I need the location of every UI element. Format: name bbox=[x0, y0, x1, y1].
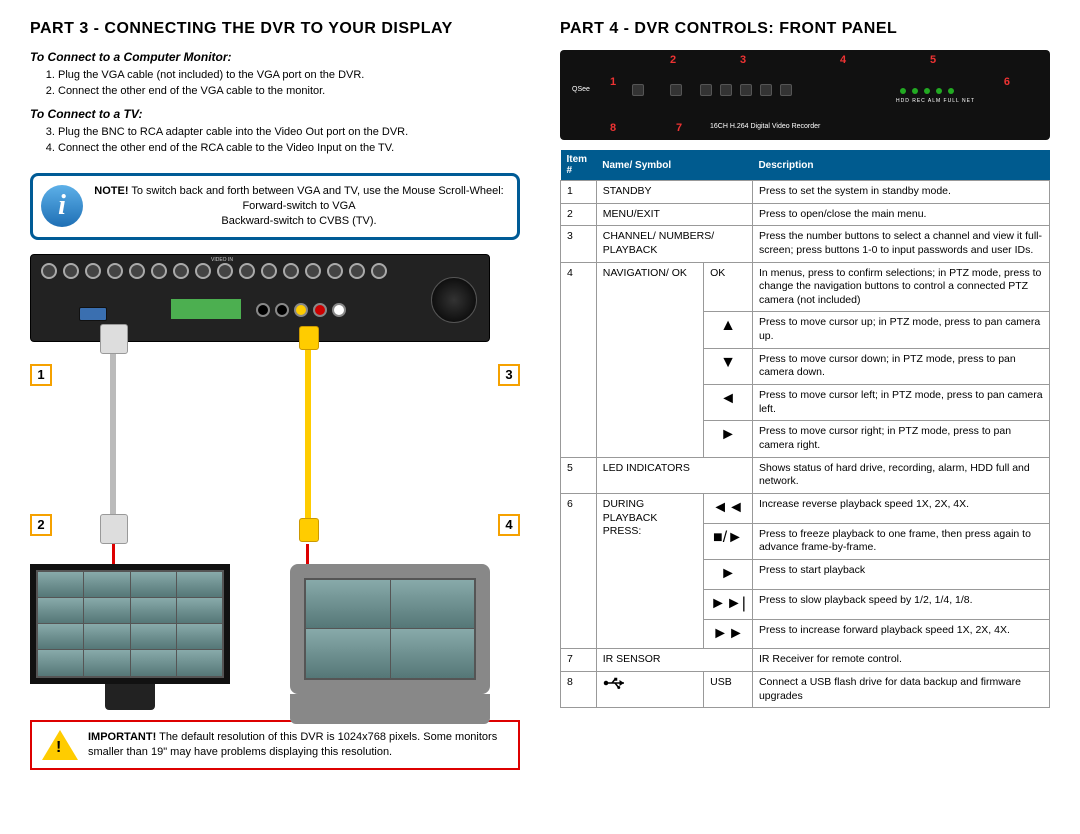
table-row: 5LED INDICATORSShows status of hard driv… bbox=[561, 457, 1050, 493]
steps-tv: Plug the BNC to RCA adapter cable into t… bbox=[30, 125, 520, 156]
right-column: PART 4 - DVR CONTROLS: FRONT PANEL QSee … bbox=[560, 20, 1050, 814]
lcd-screen bbox=[30, 564, 230, 684]
note-body2: Backward-switch to CVBS (TV). bbox=[221, 215, 376, 227]
table-row: 3CHANNEL/ NUMBERS/ PLAYBACKPress the num… bbox=[561, 226, 1050, 262]
rewind-icon: ◄◄ bbox=[704, 493, 753, 523]
subhead-monitor: To Connect to a Computer Monitor: bbox=[30, 50, 520, 64]
red-cable-2 bbox=[306, 544, 309, 566]
note-label: NOTE! bbox=[94, 185, 128, 197]
fan-icon bbox=[431, 277, 477, 323]
note-box: i NOTE! To switch back and forth between… bbox=[30, 173, 520, 240]
model-label: 16CH H.264 Digital Video Recorder bbox=[710, 123, 820, 130]
dvr-back-panel: VIDEO IN bbox=[30, 254, 490, 342]
badge-4: 4 bbox=[498, 514, 520, 536]
vga-cable bbox=[110, 344, 116, 524]
th-name: Name/ Symbol bbox=[596, 150, 752, 181]
table-row: 8USBConnect a USB flash drive for data b… bbox=[561, 672, 1050, 708]
part4-title: PART 4 - DVR CONTROLS: FRONT PANEL bbox=[560, 20, 1050, 38]
lcd-monitor bbox=[30, 564, 230, 710]
badge-3: 3 bbox=[498, 364, 520, 386]
table-row: 2MENU/EXITPress to open/close the main m… bbox=[561, 203, 1050, 226]
left-arrow-icon: ◄ bbox=[704, 385, 753, 421]
down-arrow-icon: ▼ bbox=[704, 348, 753, 384]
table-row: 7IR SENSORIR Receiver for remote control… bbox=[561, 649, 1050, 672]
table-row: 6DURING PLAYBACK PRESS:◄◄Increase revers… bbox=[561, 493, 1050, 523]
important-box: IMPORTANT! The default resolution of thi… bbox=[30, 720, 520, 770]
crt-tv bbox=[290, 564, 490, 724]
table-header-row: Item # Name/ Symbol Description bbox=[561, 150, 1050, 181]
slow-fwd-icon: ►►| bbox=[704, 589, 753, 619]
left-column: PART 3 - CONNECTING THE DVR TO YOUR DISP… bbox=[30, 20, 520, 814]
part3-title: PART 3 - CONNECTING THE DVR TO YOUR DISP… bbox=[30, 20, 520, 38]
front-panel-photo: QSee 16CH H.264 Digital Video Recorder 2… bbox=[560, 50, 1050, 140]
fast-fwd-icon: ►► bbox=[704, 619, 753, 649]
terminal-block bbox=[171, 299, 241, 319]
controls-table: Item # Name/ Symbol Description 1STANDBY… bbox=[560, 150, 1050, 708]
important-text: IMPORTANT! The default resolution of thi… bbox=[88, 730, 508, 759]
rca-cable bbox=[305, 344, 311, 524]
connection-diagram: VIDEO IN 1 3 2 4 bbox=[30, 254, 520, 714]
info-icon: i bbox=[41, 185, 83, 227]
th-item: Item # bbox=[561, 150, 597, 181]
usb-icon bbox=[596, 672, 703, 708]
steps-monitor: Plug the VGA cable (not included) to the… bbox=[30, 68, 520, 99]
step-4: Connect the other end of the RCA cable t… bbox=[58, 141, 520, 155]
red-cable-1 bbox=[112, 544, 115, 566]
table-row: 1STANDBYPress to set the system in stand… bbox=[561, 181, 1050, 204]
vga-port bbox=[79, 307, 107, 321]
table-row: 4NAVIGATION/ OKOKIn menus, press to conf… bbox=[561, 262, 1050, 312]
crt-screen bbox=[290, 564, 490, 694]
play-icon: ► bbox=[704, 559, 753, 589]
brand-label: QSee bbox=[572, 86, 590, 93]
bnc-row bbox=[41, 263, 387, 279]
step-3: Plug the BNC to RCA adapter cable into t… bbox=[58, 125, 520, 139]
badge-1: 1 bbox=[30, 364, 52, 386]
step-2: Connect the other end of the VGA cable t… bbox=[58, 84, 520, 98]
badge-2: 2 bbox=[30, 514, 52, 536]
important-label: IMPORTANT! bbox=[88, 731, 156, 743]
note-body: To switch back and forth between VGA and… bbox=[131, 185, 503, 212]
note-text: NOTE! To switch back and forth between V… bbox=[93, 184, 505, 229]
right-arrow-icon: ► bbox=[704, 421, 753, 457]
pause-step-icon: ■/► bbox=[704, 523, 753, 559]
rca-group bbox=[256, 303, 346, 317]
step-1: Plug the VGA cable (not included) to the… bbox=[58, 68, 520, 82]
up-arrow-icon: ▲ bbox=[704, 312, 753, 348]
subhead-tv: To Connect to a TV: bbox=[30, 107, 520, 121]
th-desc: Description bbox=[752, 150, 1049, 181]
warning-icon bbox=[42, 730, 78, 760]
ok-label: OK bbox=[704, 262, 753, 312]
